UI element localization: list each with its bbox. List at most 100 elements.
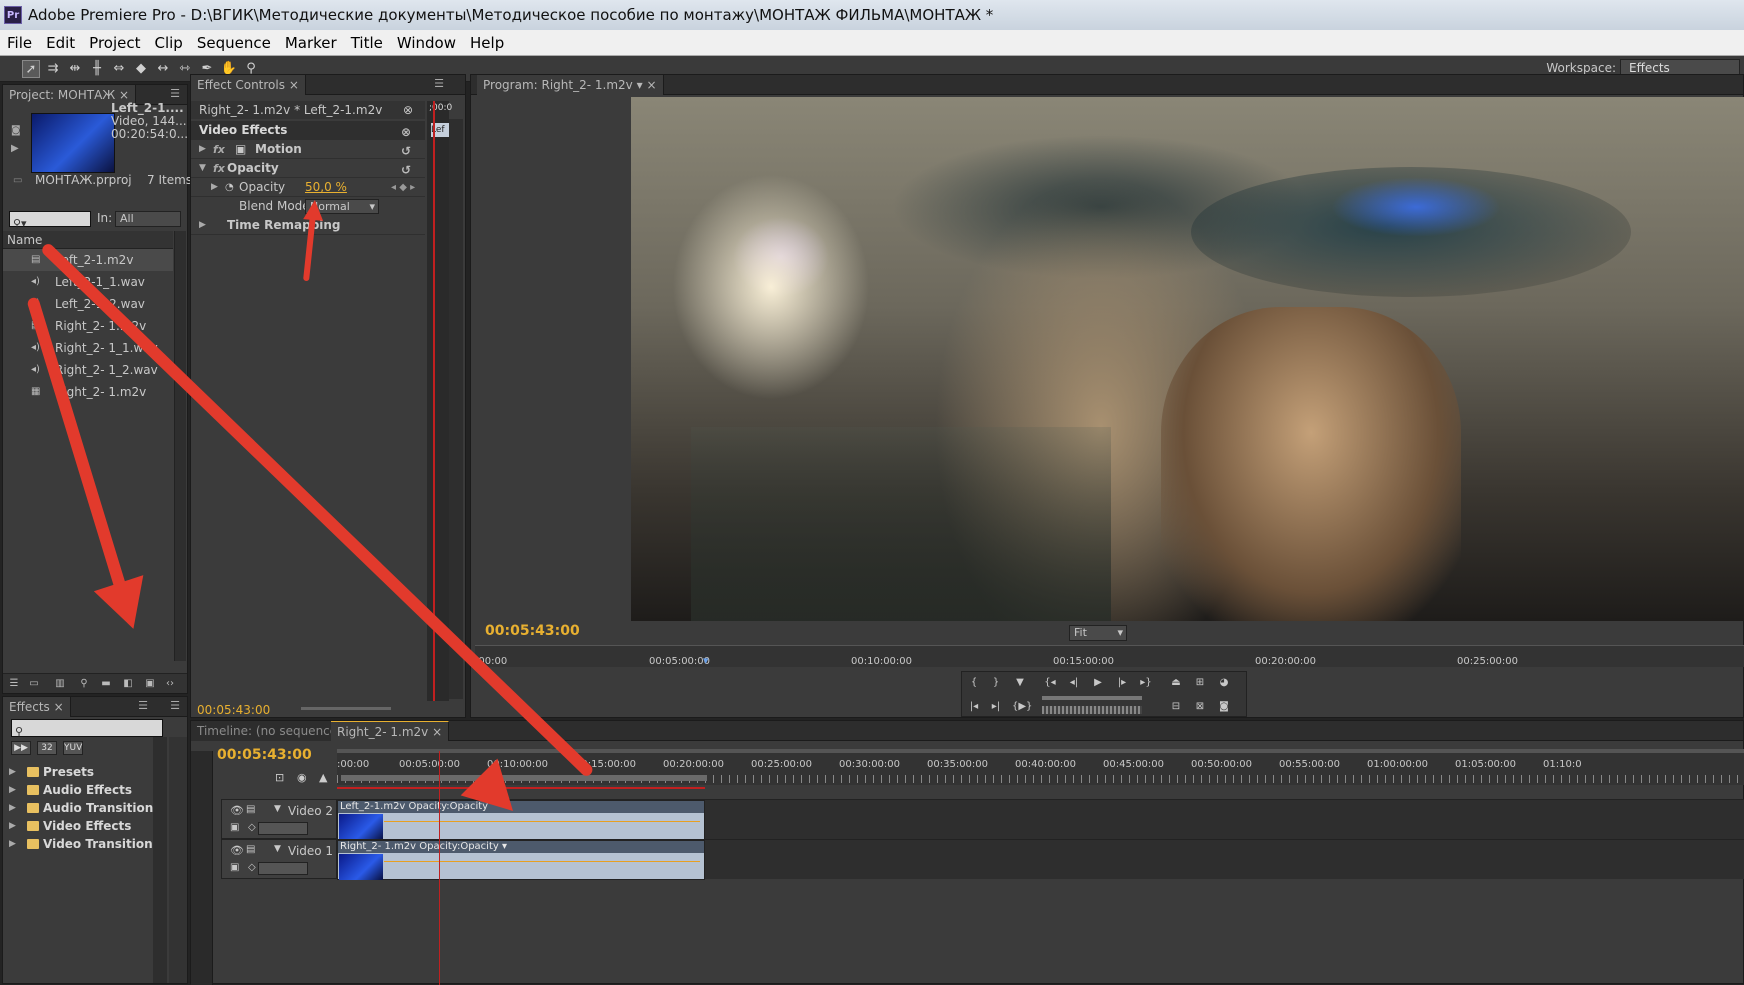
trash-icon[interactable]: ▣ bbox=[143, 677, 157, 691]
motion-effect-row[interactable]: ▶ fx ▣ Motion ↺ bbox=[191, 140, 425, 159]
program-time-ruler[interactable]: :00:00 00:05:00:00 00:10:00:00 00:15:00:… bbox=[475, 645, 1744, 667]
rate-stretch-tool-icon[interactable]: ⇔ bbox=[110, 60, 128, 78]
play-icon[interactable]: ▶ bbox=[1090, 676, 1106, 690]
keyframe-navigator-icon[interactable]: ◂ ◆ ▸ bbox=[391, 178, 415, 197]
jog-wheel[interactable] bbox=[1042, 706, 1142, 714]
snap-icon[interactable]: ⊡ bbox=[275, 771, 284, 784]
project-scrollbar[interactable] bbox=[174, 231, 186, 661]
clip-right-2-1[interactable]: Right_2- 1.m2v Opacity:Opacity ▾ bbox=[337, 840, 705, 880]
selection-tool-icon[interactable]: ➚ bbox=[22, 60, 40, 78]
work-area-bar[interactable] bbox=[341, 775, 707, 781]
display-style-icon[interactable]: ▣ bbox=[230, 822, 239, 833]
go-to-in-point-icon[interactable]: {◂ bbox=[1042, 676, 1058, 690]
menu-marker[interactable]: Marker bbox=[278, 34, 344, 52]
program-timecode[interactable]: 00:05:43:00 bbox=[485, 623, 580, 639]
clip-left-2-1[interactable]: Left_2-1.m2v Opacity:Opacity bbox=[337, 800, 705, 840]
yuv-effects-icon[interactable]: YUV bbox=[63, 741, 83, 755]
track-header-video-1[interactable]: 👁 ▤ ▼ Video 1 ▣ ◇ bbox=[221, 839, 337, 879]
effect-controls-scrollbar[interactable] bbox=[449, 119, 463, 699]
timeline-timecode[interactable]: 00:05:43:00 bbox=[217, 747, 312, 763]
output-icon[interactable]: ◕ bbox=[1216, 676, 1232, 690]
ripple-edit-tool-icon[interactable]: ⇹ bbox=[66, 60, 84, 78]
track-select-tool-icon[interactable]: ⇉ bbox=[44, 60, 62, 78]
chevron-down-icon[interactable]: ▾ bbox=[637, 78, 643, 92]
slip-tool-icon[interactable]: ↔ bbox=[154, 60, 172, 78]
display-style-icon[interactable]: ▣ bbox=[230, 862, 239, 873]
track-header-video-2[interactable]: 👁 ▤ ▼ Video 2 ▣ ◇ bbox=[221, 799, 337, 839]
keyframe-icon[interactable]: ◇ bbox=[248, 822, 256, 833]
menu-help[interactable]: Help bbox=[463, 34, 511, 52]
opacity-effect-row[interactable]: ▼ fx Opacity ↺ bbox=[191, 159, 425, 178]
opacity-rubber-band[interactable] bbox=[384, 861, 700, 862]
motion-transform-icon[interactable]: ▣ bbox=[235, 140, 246, 159]
opacity-value[interactable]: 50,0 % bbox=[305, 178, 347, 197]
camera-icon[interactable]: ◙ bbox=[11, 125, 21, 136]
automate-to-sequence-icon[interactable]: ▥ bbox=[53, 677, 67, 691]
menu-title[interactable]: Title bbox=[344, 34, 390, 52]
close-icon[interactable]: × bbox=[119, 88, 129, 102]
panel-menu-icon[interactable]: ☰ bbox=[167, 699, 183, 713]
set-marker-icon[interactable]: ▼ bbox=[1012, 676, 1028, 690]
in-filter-select[interactable]: All bbox=[115, 211, 181, 227]
menu-project[interactable]: Project bbox=[82, 34, 147, 52]
accelerated-effects-icon[interactable]: ▶▶ bbox=[11, 741, 31, 755]
effect-controls-timecode[interactable]: 00:05:43:00 bbox=[197, 703, 270, 717]
effects-scrollbar[interactable] bbox=[153, 737, 167, 983]
tab-effects[interactable]: Effects × bbox=[3, 697, 71, 717]
rolling-edit-tool-icon[interactable]: ╫ bbox=[88, 60, 106, 78]
close-icon[interactable]: × bbox=[54, 700, 64, 714]
menu-window[interactable]: Window bbox=[390, 34, 463, 52]
effects-folder-presets[interactable]: ▶ Presets bbox=[9, 763, 94, 781]
scroll-arrow-icon[interactable]: ‹› bbox=[163, 677, 177, 691]
play-in-to-out-icon[interactable]: {▶} bbox=[1012, 700, 1032, 714]
program-video-frame[interactable] bbox=[631, 97, 1744, 621]
close-icon[interactable]: × bbox=[432, 725, 442, 739]
collapse-track-icon[interactable]: ▼ bbox=[274, 804, 281, 814]
overlay-icon[interactable]: ⊠ bbox=[1192, 700, 1208, 714]
extract-icon[interactable]: ⊞ bbox=[1192, 676, 1208, 690]
close-icon[interactable]: × bbox=[289, 78, 299, 92]
set-encore-marker-icon[interactable]: ◉ bbox=[297, 771, 307, 784]
new-item-icon[interactable]: ◧ bbox=[121, 677, 135, 691]
tab-program[interactable]: Program: Right_2- 1.m2v ▾ × bbox=[477, 75, 664, 95]
panel-menu-icon[interactable]: ☰ bbox=[167, 87, 183, 101]
effects-folder-audio-effects[interactable]: ▶ Audio Effects bbox=[9, 781, 132, 799]
32-bit-effects-icon[interactable]: 32 bbox=[37, 741, 57, 755]
step-forward-icon[interactable]: |▸ bbox=[1114, 676, 1130, 690]
tab-effect-controls[interactable]: Effect Controls × bbox=[191, 75, 306, 95]
zoom-scrollbar[interactable] bbox=[337, 749, 1744, 753]
go-to-out-point-icon[interactable]: ▸} bbox=[1138, 676, 1154, 690]
go-to-previous-edit-icon[interactable]: |◂ bbox=[966, 700, 982, 714]
set-out-point-icon[interactable]: } bbox=[988, 676, 1004, 690]
menu-sequence[interactable]: Sequence bbox=[190, 34, 278, 52]
panel-menu-icon[interactable]: ☰ bbox=[135, 699, 151, 713]
effect-controls-playhead[interactable] bbox=[433, 101, 435, 701]
razor-tool-icon[interactable]: ◆ bbox=[132, 60, 150, 78]
set-marker-icon[interactable]: ▲ bbox=[319, 771, 327, 784]
playhead-marker-icon[interactable]: ▾ bbox=[703, 654, 709, 667]
project-search-input[interactable]: ⚲▾ bbox=[9, 211, 91, 230]
track-video-2[interactable]: Left_2-1.m2v Opacity:Opacity bbox=[337, 799, 1744, 840]
stopwatch-icon[interactable]: ◔ bbox=[225, 178, 234, 197]
step-back-icon[interactable]: ◂| bbox=[1066, 676, 1082, 690]
icon-view-icon[interactable]: ▭ bbox=[27, 677, 41, 691]
zoom-fit-select[interactable]: Fit ▾ bbox=[1069, 625, 1127, 641]
opacity-rubber-band[interactable] bbox=[384, 821, 700, 822]
menu-file[interactable]: File bbox=[0, 34, 39, 52]
list-item[interactable]: ▤Right_2- 1.m2v bbox=[3, 315, 173, 337]
keyframe-navigator[interactable] bbox=[258, 822, 308, 835]
effects-folder-video-transitions[interactable]: ▶ Video Transitions bbox=[9, 835, 160, 853]
zoom-slider[interactable] bbox=[301, 707, 391, 710]
keyframe-navigator[interactable] bbox=[258, 862, 308, 875]
export-frame-icon[interactable]: ◙ bbox=[1216, 700, 1232, 714]
tab-sequence[interactable]: Right_2- 1.m2v × bbox=[331, 721, 450, 741]
track-video-1[interactable]: Right_2- 1.m2v Opacity:Opacity ▾ bbox=[337, 839, 1744, 880]
close-icon[interactable]: × bbox=[646, 78, 656, 92]
list-item[interactable]: ◂) Right_2- 1_2.wav bbox=[3, 359, 173, 381]
effects-folder-video-effects[interactable]: ▶ Video Effects bbox=[9, 817, 131, 835]
keyframe-icon[interactable]: ◇ bbox=[248, 862, 256, 873]
lift-icon[interactable]: ⏏ bbox=[1168, 676, 1184, 690]
go-to-next-edit-icon[interactable]: ▸| bbox=[988, 700, 1004, 714]
set-in-point-icon[interactable]: { bbox=[966, 676, 982, 690]
list-item[interactable]: ▦ Right_2- 1.m2v bbox=[3, 381, 173, 403]
